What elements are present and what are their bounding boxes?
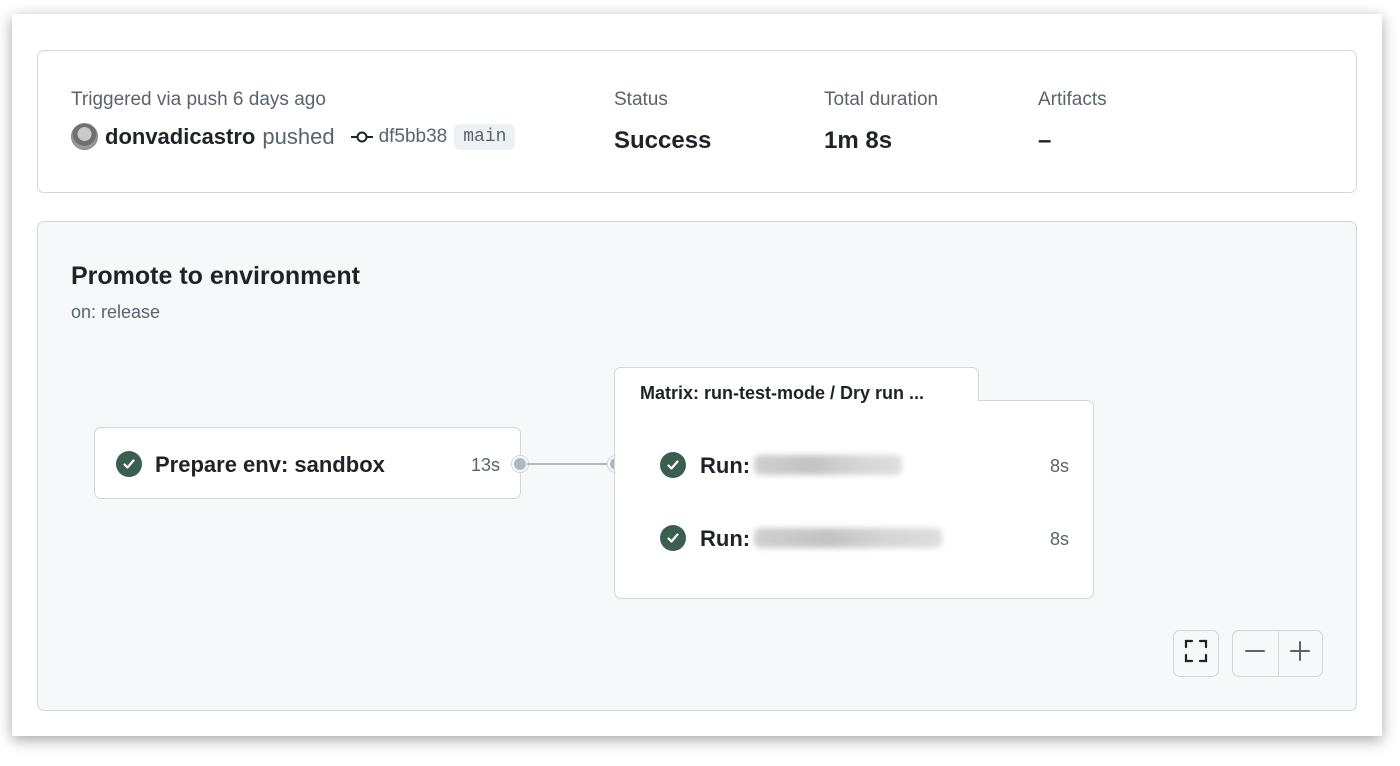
commit-sha-link[interactable]: df5bb38 bbox=[379, 126, 448, 148]
workflow-trigger: on: release bbox=[71, 302, 161, 322]
branch-badge[interactable]: main bbox=[454, 123, 516, 150]
workflow-title: Promote to environment bbox=[71, 262, 360, 290]
job-connector-line bbox=[527, 463, 610, 465]
duration-value: 1m 8s bbox=[824, 127, 893, 154]
job-duration: 13s bbox=[470, 455, 500, 475]
zoom-in-button[interactable] bbox=[1277, 631, 1323, 676]
fullscreen-button[interactable] bbox=[1173, 630, 1219, 677]
job-node-prepare-env[interactable]: Prepare env: sandbox 13s bbox=[94, 427, 521, 499]
artifacts-section: Artifacts – bbox=[1038, 89, 1107, 155]
duration-section: Total duration 1m 8s bbox=[824, 89, 938, 155]
matrix-title[interactable]: Matrix: run-test-mode / Dry run ... bbox=[640, 383, 924, 404]
run-label: Run: bbox=[700, 453, 751, 478]
artifacts-label: Artifacts bbox=[1038, 89, 1107, 110]
trigger-section: Triggered via push 6 days ago donvadicas… bbox=[71, 89, 516, 150]
redacted-run-name bbox=[754, 455, 902, 475]
duration-label: Total duration bbox=[824, 89, 939, 110]
check-circle-icon bbox=[660, 525, 686, 551]
artifacts-value: – bbox=[1038, 127, 1052, 154]
fullscreen-icon bbox=[1183, 638, 1209, 669]
zoom-controls bbox=[1232, 630, 1323, 677]
run-duration: 8s bbox=[1049, 456, 1069, 476]
status-label: Status bbox=[614, 89, 668, 110]
job-name: Prepare env: sandbox bbox=[155, 452, 385, 477]
matrix-group bbox=[614, 400, 1094, 599]
status-value: Success bbox=[614, 127, 712, 154]
minus-icon bbox=[1244, 640, 1266, 667]
avatar[interactable] bbox=[71, 123, 98, 150]
workflow-graph-card: Promote to environment on: release Prepa… bbox=[37, 221, 1357, 711]
plus-icon bbox=[1289, 640, 1311, 667]
run-summary-card: Triggered via push 6 days ago donvadicas… bbox=[37, 50, 1357, 193]
job-output-dot bbox=[514, 458, 526, 470]
git-commit-icon bbox=[350, 130, 373, 144]
actor-link[interactable]: donvadicastro bbox=[105, 124, 255, 150]
matrix-run-item[interactable]: Run: 8s bbox=[660, 450, 1069, 480]
matrix-run-item[interactable]: Run: 8s bbox=[660, 523, 1069, 553]
check-circle-icon bbox=[116, 451, 142, 477]
run-label: Run: bbox=[700, 526, 751, 551]
redacted-run-name bbox=[754, 528, 942, 548]
action-text: pushed bbox=[262, 123, 335, 149]
status-section: Status Success bbox=[614, 89, 711, 155]
zoom-out-button[interactable] bbox=[1233, 631, 1278, 676]
trigger-label: Triggered via push 6 days ago bbox=[71, 89, 326, 110]
check-circle-icon bbox=[660, 452, 686, 478]
run-duration: 8s bbox=[1049, 529, 1069, 549]
